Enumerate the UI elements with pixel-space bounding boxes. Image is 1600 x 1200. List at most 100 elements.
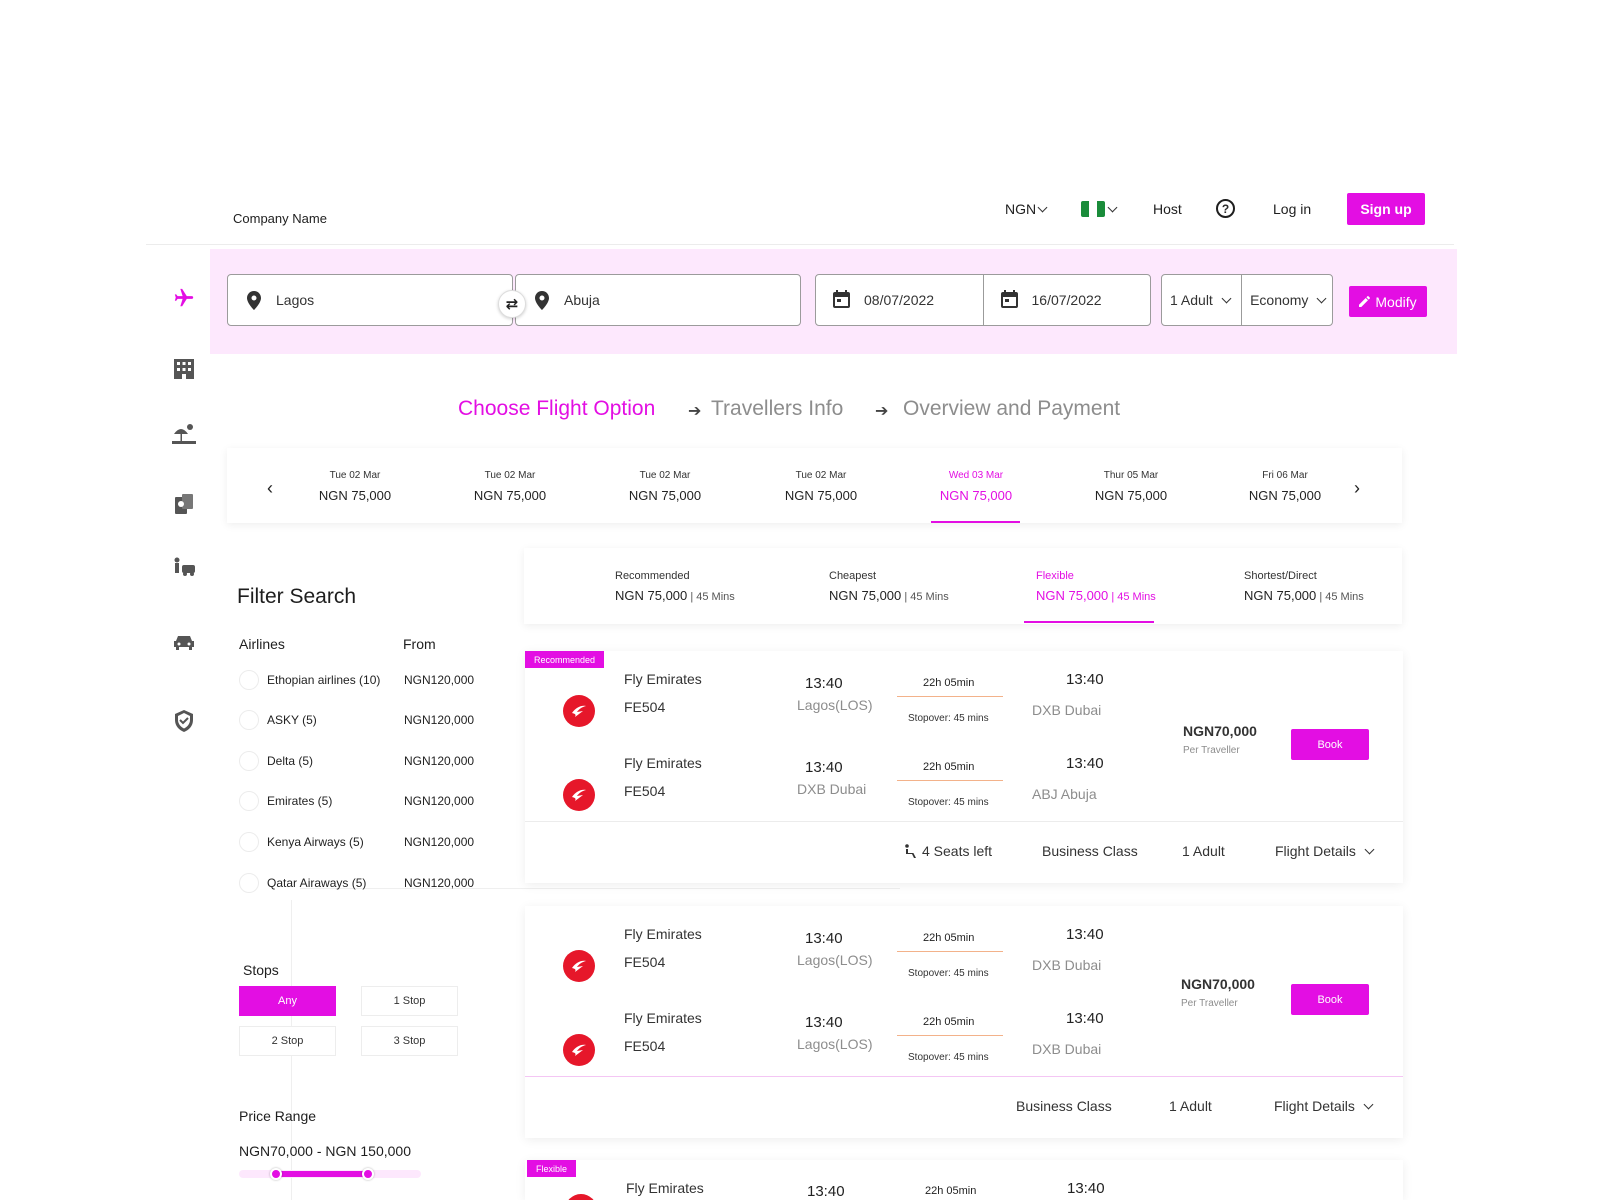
flexible-badge: Flexible <box>527 1160 577 1177</box>
stop-1-button[interactable]: 1 Stop <box>361 986 458 1016</box>
sort-tab-flexible[interactable]: Flexible NGN 75,000 | 45 Mins <box>1036 570 1156 603</box>
swap-icon[interactable]: ⇄ <box>498 290 526 318</box>
flight-icon[interactable] <box>172 286 196 310</box>
fare-price: NGN70,000 <box>1183 723 1257 739</box>
date-option[interactable]: Fri 06 Mar NGN 75,000 <box>1225 470 1345 503</box>
origin-field[interactable]: Lagos <box>227 274 513 326</box>
destination-field[interactable]: Abuja <box>515 274 801 326</box>
sort-tab-cheapest[interactable]: Cheapest NGN 75,000 | 45 Mins <box>829 570 949 603</box>
stop-2-button[interactable]: 2 Stop <box>239 1026 336 1056</box>
arrival-city: DXB Dubai <box>1032 702 1102 718</box>
airline-checkbox[interactable] <box>239 751 259 771</box>
airline-filter-row[interactable]: Delta (5) NGN120,000 <box>239 750 499 772</box>
arrival-time: 13:40 <box>1066 671 1104 688</box>
cabin-dropdown[interactable]: Economy <box>1241 275 1332 325</box>
signup-button[interactable]: Sign up <box>1347 193 1425 225</box>
airport-transfer-icon[interactable] <box>172 556 196 580</box>
location-pin-icon <box>534 290 550 310</box>
airline-filter-row[interactable]: Emirates (5) NGN120,000 <box>239 790 499 812</box>
depart-date-field[interactable]: 08/07/2022 <box>816 275 983 325</box>
hotel-icon[interactable] <box>172 356 196 380</box>
airline-name: Fly Emirates <box>626 1180 704 1196</box>
arrival-time: 13:40 <box>1066 755 1104 772</box>
stop-3-button[interactable]: 3 Stop <box>361 1026 458 1056</box>
price-slider-max-handle[interactable] <box>362 1168 374 1180</box>
departure-city: DXB Dubai <box>797 781 867 797</box>
flight-details-toggle[interactable]: Flight Details <box>1274 1098 1374 1114</box>
return-date-field[interactable]: 16/07/2022 <box>982 275 1151 325</box>
date-option[interactable]: Tue 02 Mar NGN 75,000 <box>605 470 725 503</box>
airline-name: Fly Emirates <box>624 926 702 942</box>
company-name[interactable]: Company Name <box>233 211 327 226</box>
date-option[interactable]: Tue 02 Mar NGN 75,000 <box>450 470 570 503</box>
date-selected-indicator <box>931 521 1020 523</box>
book-button[interactable]: Book <box>1291 984 1369 1015</box>
step-choose-flight[interactable]: Choose Flight Option <box>458 397 655 421</box>
holiday-icon[interactable] <box>172 421 196 445</box>
stops-header: Stops <box>243 962 279 978</box>
duration: 22h 05min <box>923 932 975 944</box>
origin-value: Lagos <box>276 292 315 308</box>
price-slider-min-handle[interactable] <box>270 1168 282 1180</box>
help-icon[interactable]: ? <box>1216 199 1235 218</box>
step-overview-payment[interactable]: Overview and Payment <box>903 397 1120 421</box>
header-divider <box>146 244 1454 245</box>
airline-checkbox[interactable] <box>239 670 259 690</box>
visa-icon[interactable] <box>172 492 196 516</box>
airline-price: NGN120,000 <box>404 713 475 727</box>
airline-checkbox[interactable] <box>239 873 259 893</box>
sort-tab-recommended[interactable]: Recommended NGN 75,000 | 45 Mins <box>615 570 735 603</box>
airline-filter-row[interactable]: Kenya Airways (5) NGN120,000 <box>239 831 499 853</box>
airline-name: Fly Emirates <box>624 1010 702 1026</box>
card-divider <box>525 821 1403 822</box>
price-range-header: Price Range <box>239 1108 317 1124</box>
country-selector[interactable] <box>1081 201 1118 217</box>
book-button[interactable]: Book <box>1291 729 1369 760</box>
airline-filter-row[interactable]: Qatar Airaways (5) NGN120,000 <box>239 872 499 894</box>
departure-city: Lagos(LOS) <box>797 952 873 968</box>
date-option[interactable]: Tue 02 Mar NGN 75,000 <box>295 470 415 503</box>
login-link[interactable]: Log in <box>1273 201 1311 217</box>
modify-button[interactable]: Modify <box>1349 286 1427 317</box>
per-traveller: Per Traveller <box>1181 998 1238 1009</box>
filter-title: Filter Search <box>237 585 357 608</box>
date-option[interactable]: Thur 05 Mar NGN 75,000 <box>1071 470 1191 503</box>
date-label: Fri 06 Mar <box>1262 470 1308 481</box>
currency-selector[interactable]: NGN <box>1005 201 1048 217</box>
chevron-left-icon[interactable]: ‹ <box>267 478 273 499</box>
recommended-badge: Recommended <box>525 651 605 668</box>
sort-tab-shortest[interactable]: Shortest/Direct NGN 75,000 | 45 Mins <box>1244 570 1364 603</box>
airline-filter-row[interactable]: Ethopian airlines (10) NGN120,000 <box>239 669 499 691</box>
sort-tab-value: NGN 75,000 | 45 Mins <box>1244 588 1364 603</box>
date-option[interactable]: Tue 02 Mar NGN 75,000 <box>761 470 881 503</box>
arrival-city: DXB Dubai <box>1032 1041 1102 1057</box>
airline-checkbox[interactable] <box>239 710 259 730</box>
arrival-city: DXB Dubai <box>1032 957 1102 973</box>
flight-number: FE504 <box>624 954 666 970</box>
airline-checkbox[interactable] <box>239 832 259 852</box>
airline-name: Ethopian airlines (10) <box>267 673 381 687</box>
fare-price: NGN70,000 <box>1181 976 1255 992</box>
departure-time: 13:40 <box>805 930 843 947</box>
chevron-right-icon[interactable]: › <box>1354 478 1360 499</box>
currency-label: NGN <box>1005 201 1037 217</box>
date-option-selected[interactable]: Wed 03 Mar NGN 75,000 <box>916 470 1036 503</box>
stop-any-button[interactable]: Any <box>239 986 336 1016</box>
date-label: Tue 02 Mar <box>795 470 847 481</box>
date-label: Wed 03 Mar <box>948 470 1004 481</box>
airline-checkbox[interactable] <box>239 791 259 811</box>
car-rental-icon[interactable] <box>172 630 196 654</box>
passengers-dropdown[interactable]: 1 Adult <box>1162 275 1241 325</box>
flight-card: Recommended Fly Emirates FE504 13:40 Lag… <box>525 651 1403 883</box>
sort-tab-duration: | 45 Mins <box>1108 591 1156 603</box>
host-link[interactable]: Host <box>1153 201 1182 217</box>
airline-filter-row[interactable]: ASKY (5) NGN120,000 <box>239 709 499 731</box>
date-label: Tue 02 Mar <box>639 470 691 481</box>
flight-number: FE504 <box>624 783 666 799</box>
insurance-icon[interactable] <box>172 709 196 733</box>
chevron-down-icon <box>1107 202 1118 213</box>
duration: 22h 05min <box>925 1185 977 1197</box>
airline-logo-icon <box>565 1194 597 1200</box>
step-travellers-info[interactable]: Travellers Info <box>711 397 843 421</box>
flight-details-toggle[interactable]: Flight Details <box>1275 843 1375 859</box>
